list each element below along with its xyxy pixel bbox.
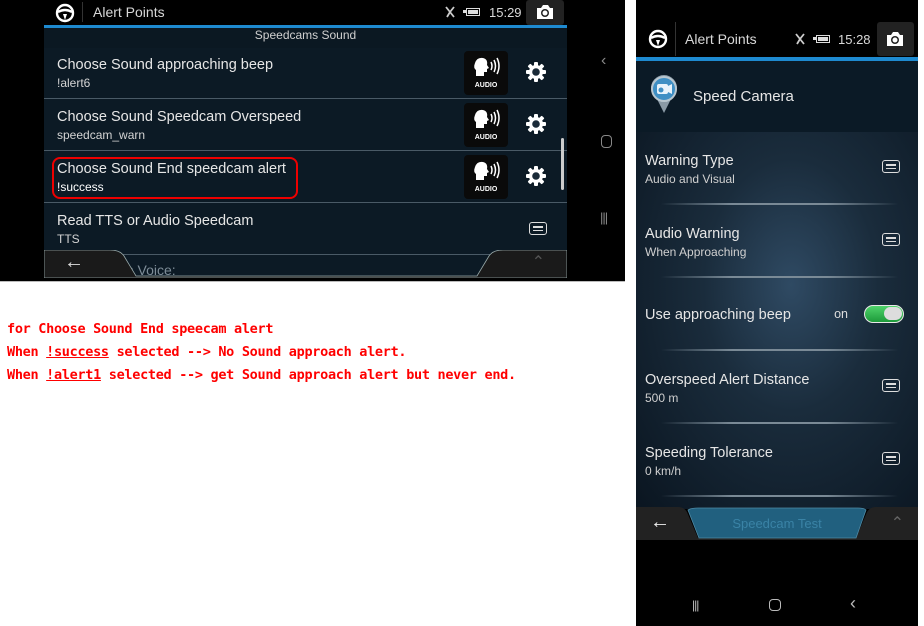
chevron-up-button[interactable]: ⌃ xyxy=(891,513,904,533)
toggle-state-label: on xyxy=(834,307,848,321)
chevron-up-button[interactable]: ⌃ xyxy=(532,252,545,272)
status-time: 15:28 xyxy=(838,32,871,47)
bottom-bar-shape xyxy=(44,250,567,278)
setting-row-audio-warning[interactable]: Audio Warning When Approaching xyxy=(636,205,918,278)
audio-preview-button[interactable]: AUDIO xyxy=(464,51,508,95)
audio-label: AUDIO xyxy=(474,186,498,193)
annotation-line-2: When !success selected --> No Sound appr… xyxy=(7,344,407,360)
camera-icon xyxy=(887,32,903,46)
camera-icon xyxy=(537,5,553,19)
annotation-underlined-value: !success xyxy=(46,344,109,360)
bottom-bar: ← ⌃ xyxy=(44,250,567,278)
speaking-head-icon xyxy=(474,57,500,76)
back-arrow-button[interactable]: ← xyxy=(64,251,84,274)
row-value: TTS xyxy=(57,232,80,246)
system-back-icon[interactable]: ‹ xyxy=(601,52,606,70)
approaching-beep-toggle[interactable] xyxy=(864,305,904,323)
app-title: Alert Points xyxy=(685,31,757,47)
red-highlight-box xyxy=(52,157,298,199)
row-value: 0 km/h xyxy=(645,464,682,478)
annotation-text: When xyxy=(7,344,47,360)
left-screenshot: Alert Points 15:29 Speedcams Sound Choos… xyxy=(0,0,625,281)
setting-row-speeding-tolerance[interactable]: Speeding Tolerance 0 km/h xyxy=(636,424,918,497)
annotation-text: selected --> get Sound approach alert bu… xyxy=(100,367,516,383)
row-title: Overspeed Alert Distance xyxy=(645,372,810,388)
system-home-icon[interactable] xyxy=(601,135,612,148)
annotation-underlined-value: !alert1 xyxy=(46,367,101,383)
setting-row-approaching-beep[interactable]: Use approaching beep on xyxy=(636,278,918,351)
divider xyxy=(82,2,83,22)
gear-icon[interactable] xyxy=(525,113,547,135)
category-title: Speed Camera xyxy=(693,88,794,105)
screenshot-camera-button[interactable] xyxy=(526,0,564,25)
back-arrow-button[interactable]: ← xyxy=(650,511,670,534)
speaking-head-icon xyxy=(474,161,500,180)
gps-off-icon xyxy=(795,33,805,45)
row-title: Choose Sound Speedcam Overspeed xyxy=(57,109,302,125)
right-screenshot: Alert Points 15:28 Speed Camera Warning … xyxy=(636,0,918,626)
left-app: Alert Points 15:29 Speedcams Sound Choos… xyxy=(44,0,567,278)
bottom-bar: ← Speedcam Test ⌃ xyxy=(636,507,918,540)
system-back-icon[interactable]: ‹ xyxy=(850,593,856,614)
scrollbar[interactable] xyxy=(561,138,564,190)
speedcam-test-button[interactable]: Speedcam Test xyxy=(698,516,856,531)
speaking-head-icon xyxy=(474,109,500,128)
list-menu-icon[interactable] xyxy=(882,452,900,465)
setting-row-warning-type[interactable]: Warning Type Audio and Visual xyxy=(636,132,918,205)
setting-row-overspeed-sound[interactable]: Choose Sound Speedcam Overspeed speedcam… xyxy=(44,99,567,151)
annotation-text: When xyxy=(7,367,47,383)
audio-label: AUDIO xyxy=(474,134,498,141)
setting-row-overspeed-distance[interactable]: Overspeed Alert Distance 500 m xyxy=(636,351,918,424)
audio-label: AUDIO xyxy=(474,82,498,89)
annotation-line-1: for Choose Sound End speecam alert xyxy=(7,321,274,337)
status-time: 15:29 xyxy=(489,5,522,20)
row-value: !alert6 xyxy=(57,76,91,90)
row-title: Choose Sound approaching beep xyxy=(57,57,274,73)
list-menu-icon[interactable] xyxy=(882,160,900,173)
row-value: 500 m xyxy=(645,391,679,405)
list-menu-icon[interactable] xyxy=(882,233,900,246)
row-title: Warning Type xyxy=(645,153,734,169)
battery-icon xyxy=(813,35,830,43)
gear-icon[interactable] xyxy=(525,165,547,187)
setting-row-tts-or-audio[interactable]: Read TTS or Audio Speedcam TTS xyxy=(44,203,567,255)
gps-off-icon xyxy=(445,6,455,18)
list-menu-icon[interactable] xyxy=(529,222,547,235)
row-value: speedcam_warn xyxy=(57,128,146,142)
annotation-text: selected --> No Sound approach alert. xyxy=(108,344,407,360)
settings-panel: Speed Camera Warning Type Audio and Visu… xyxy=(636,61,918,509)
row-value: Audio and Visual xyxy=(645,172,735,186)
battery-icon xyxy=(463,8,480,16)
row-title: Audio Warning xyxy=(645,226,740,242)
speed-camera-pin-icon xyxy=(651,75,677,113)
section-header: Speedcams Sound xyxy=(44,28,567,48)
left-screenshot-bottom-edge xyxy=(0,281,625,282)
row-value: When Approaching xyxy=(645,245,747,259)
audio-preview-button[interactable]: AUDIO xyxy=(464,103,508,147)
system-recents-icon[interactable]: ||| xyxy=(692,598,699,612)
steering-wheel-icon[interactable] xyxy=(55,3,75,23)
app-title: Alert Points xyxy=(93,4,165,20)
gear-icon[interactable] xyxy=(525,61,547,83)
annotation-line-3: When !alert1 selected --> get Sound appr… xyxy=(7,367,516,383)
setting-row-approaching-beep[interactable]: Choose Sound approaching beep !alert6 AU… xyxy=(44,47,567,99)
row-title: Use approaching beep xyxy=(645,307,791,323)
screenshot-camera-button[interactable] xyxy=(877,22,914,56)
list-menu-icon[interactable] xyxy=(882,379,900,392)
row-divider xyxy=(661,495,898,497)
steering-wheel-icon[interactable] xyxy=(648,29,668,49)
audio-preview-button[interactable]: AUDIO xyxy=(464,155,508,199)
row-title: Read TTS or Audio Speedcam xyxy=(57,213,254,229)
status-bar: Alert Points 15:28 xyxy=(636,20,918,57)
row-title: Speeding Tolerance xyxy=(645,445,773,461)
system-recents-icon[interactable]: ||| xyxy=(600,210,608,225)
divider xyxy=(675,22,676,56)
category-header: Speed Camera xyxy=(636,61,918,132)
system-home-icon[interactable] xyxy=(769,599,781,611)
status-bar: Alert Points 15:29 xyxy=(44,0,567,25)
